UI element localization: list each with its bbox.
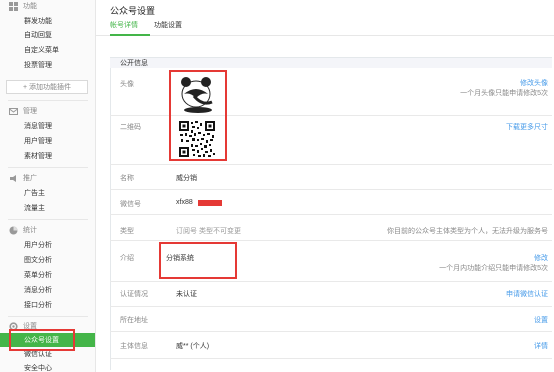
name-value: 威分销 — [176, 175, 197, 182]
sidebar-divider — [8, 167, 88, 168]
avatar-note: 一个月头像只能申请修改5次 — [460, 90, 548, 97]
type-note: 你目前的公众号主体类型为个人，无法升级为服务号 — [387, 228, 548, 235]
sidebar-item-message-analysis[interactable]: 消息分析 — [0, 283, 95, 297]
sidebar-item-advertiser[interactable]: 广告主 — [0, 186, 95, 200]
manage-icon — [8, 106, 18, 116]
sidebar-item-article-analysis[interactable]: 图文分析 — [0, 253, 95, 267]
highlight-box — [159, 242, 237, 279]
set-address-link[interactable]: 设置 — [534, 315, 548, 325]
sidebar-section-label: 推广 — [23, 175, 37, 182]
row-separator — [110, 358, 552, 359]
row-separator — [110, 240, 552, 241]
tab-account-details[interactable]: 帐号详情 — [110, 20, 150, 36]
row-separator — [110, 331, 552, 332]
wechat-id-value: xfx88 — [176, 199, 193, 206]
main-content: 公众号设置 帐号详情 功能设置 公开信息 头像 修改头像 一个月头像只能申请修改… — [96, 0, 554, 372]
sidebar-item-users[interactable]: 用户管理 — [0, 134, 95, 148]
apply-verify-link[interactable]: 申请微信认证 — [506, 289, 548, 299]
row-separator — [110, 281, 552, 282]
sidebar: 功能 群发功能 自动回复 自定义菜单 投票管理 + 添加功能插件 管理 消息管理… — [0, 0, 96, 372]
sidebar-item-api-analysis[interactable]: 接口分析 — [0, 298, 95, 312]
add-plugin-button[interactable]: + 添加功能插件 — [6, 80, 88, 94]
qrcode-label: 二维码 — [120, 124, 141, 131]
section-header-public-info: 公开信息 — [110, 57, 552, 68]
intro-label: 介绍 — [120, 255, 134, 262]
sidebar-item-materials[interactable]: 素材管理 — [0, 149, 95, 163]
edit-intro-link[interactable]: 修改 — [534, 253, 548, 263]
intro-note: 一个月内功能介绍只能申请修改5次 — [439, 265, 548, 272]
sidebar-section-label: 功能 — [23, 3, 37, 10]
row-separator — [110, 306, 552, 307]
change-avatar-link[interactable]: 修改头像 — [520, 78, 548, 88]
owner-details-link[interactable]: 详情 — [534, 341, 548, 351]
sidebar-section-stats: 统计 — [8, 224, 37, 236]
verify-label: 认证情况 — [120, 291, 148, 298]
sidebar-divider — [8, 100, 88, 101]
verify-value: 未认证 — [176, 291, 197, 298]
sidebar-item-security[interactable]: 安全中心 — [0, 361, 95, 372]
owner-value: 威** (个人) — [176, 343, 210, 350]
address-label: 所在地址 — [120, 317, 148, 324]
type-value: 订阅号 类型不可变更 — [176, 228, 241, 235]
sidebar-item-vote[interactable]: 投票管理 — [0, 58, 95, 72]
tab-function-settings[interactable]: 功能设置 — [154, 20, 194, 36]
promote-icon — [8, 173, 18, 183]
sidebar-section-label: 管理 — [23, 108, 37, 115]
type-label: 类型 — [120, 228, 134, 235]
highlight-box — [169, 70, 227, 161]
name-label: 名称 — [120, 175, 134, 182]
sidebar-divider — [8, 316, 88, 317]
sidebar-item-mass-send[interactable]: 群发功能 — [0, 14, 95, 28]
row-separator — [110, 164, 552, 165]
row-separator — [110, 214, 552, 215]
sidebar-item-user-analysis[interactable]: 用户分析 — [0, 238, 95, 252]
wechat-id-label: 微信号 — [120, 201, 141, 208]
function-icon — [8, 1, 18, 11]
sidebar-section-manage: 管理 — [8, 105, 37, 117]
avatar-label: 头像 — [120, 81, 134, 88]
tab-bar: 帐号详情 功能设置 — [96, 16, 554, 36]
download-qrcode-link[interactable]: 下载更多尺寸 — [506, 122, 548, 132]
sidebar-item-publisher[interactable]: 流量主 — [0, 201, 95, 215]
stats-icon — [8, 225, 18, 235]
owner-label: 主体信息 — [120, 343, 148, 350]
sidebar-section-promote: 推广 — [8, 172, 37, 184]
sidebar-item-auto-reply[interactable]: 自动回复 — [0, 28, 95, 42]
sidebar-item-messages[interactable]: 消息管理 — [0, 119, 95, 133]
sidebar-section-function: 功能 — [8, 0, 37, 12]
sidebar-item-menu-analysis[interactable]: 菜单分析 — [0, 268, 95, 282]
redaction-bar — [198, 200, 222, 206]
sidebar-item-custom-menu[interactable]: 自定义菜单 — [0, 43, 95, 57]
sidebar-section-label: 统计 — [23, 227, 37, 234]
row-separator — [110, 189, 552, 190]
sidebar-divider — [8, 219, 88, 220]
highlight-box — [9, 329, 75, 351]
